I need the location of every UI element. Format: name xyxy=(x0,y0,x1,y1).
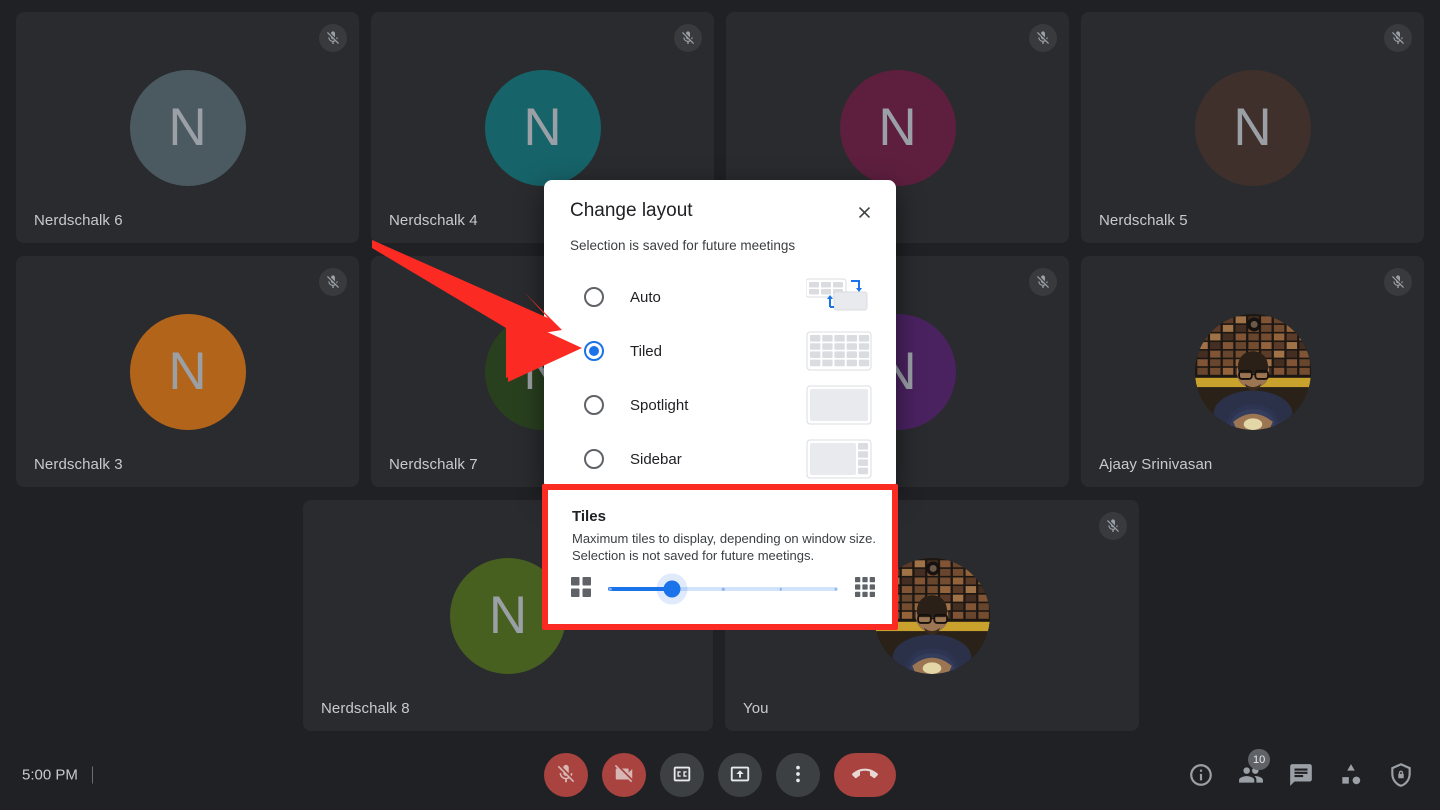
layout-option-label: Auto xyxy=(630,288,661,306)
layout-option-sidebar[interactable]: Sidebar xyxy=(544,432,896,486)
chat-button[interactable] xyxy=(1288,762,1314,788)
chat-icon xyxy=(1288,764,1314,792)
layout-preview-sidebar-icon xyxy=(806,439,872,479)
slider-tick xyxy=(779,587,782,591)
tile-content: N xyxy=(1081,12,1424,243)
tiles-section-highlight: Tiles Maximum tiles to display, dependin… xyxy=(542,484,898,630)
mic-off-icon xyxy=(1029,268,1057,296)
layout-option-auto[interactable]: Auto xyxy=(544,270,896,324)
avatar xyxy=(1194,313,1311,430)
camera-off-button[interactable] xyxy=(602,753,646,797)
mic-off-icon xyxy=(1384,268,1412,296)
avatar: N xyxy=(129,313,246,430)
participant-name: Nerdschalk 3 xyxy=(34,456,123,473)
change-layout-dialog: Change layout Selection is saved for fut… xyxy=(544,180,896,490)
grid-2x2-icon xyxy=(570,576,592,603)
avatar: N xyxy=(129,69,246,186)
participant-tile[interactable]: N Nerdschalk 3 xyxy=(16,256,359,487)
participant-name: You xyxy=(743,700,769,717)
mic-off-icon xyxy=(1384,24,1412,52)
cc-icon xyxy=(671,763,693,788)
mic-off-icon xyxy=(319,24,347,52)
layout-option-label: Spotlight xyxy=(630,396,689,414)
more-vert-icon xyxy=(787,763,809,788)
tiles-heading: Tiles xyxy=(572,508,606,525)
avatar: N xyxy=(839,69,956,186)
participant-name: Ajaay Srinivasan xyxy=(1099,456,1213,473)
tile-content: N xyxy=(16,12,359,243)
host-controls-button[interactable] xyxy=(1388,762,1414,788)
tiles-slider[interactable] xyxy=(608,572,838,606)
leave-call-button[interactable] xyxy=(834,753,896,797)
avatar: N xyxy=(484,69,601,186)
camera-off-icon xyxy=(613,763,635,788)
slider-track-fill xyxy=(608,587,673,591)
layout-option-label: Sidebar xyxy=(630,450,682,468)
avatar: N xyxy=(1194,69,1311,186)
meet-window: N Nerdschalk 6 N Nerdschalk 4 N N Nerdschalk 5… xyxy=(0,0,1440,810)
tiles-slider-row xyxy=(570,572,876,606)
layout-option-spotlight[interactable]: Spotlight xyxy=(544,378,896,432)
participant-tile[interactable]: N Nerdschalk 5 xyxy=(1081,12,1424,243)
meeting-clock: 5:00 PM xyxy=(22,766,93,784)
participant-name: Nerdschalk 4 xyxy=(389,212,478,229)
captions-button[interactable] xyxy=(660,753,704,797)
more-options-button[interactable] xyxy=(776,753,820,797)
slider-tick xyxy=(721,587,725,591)
mic-off-icon xyxy=(319,268,347,296)
tile-content: N xyxy=(16,256,359,487)
present-icon xyxy=(729,763,751,788)
tile-content xyxy=(1081,256,1424,487)
panel-controls: 10 xyxy=(1188,749,1414,788)
layout-options: Auto Tiled Spotlight Sidebar xyxy=(544,270,896,486)
participant-name: Nerdschalk 6 xyxy=(34,212,123,229)
close-icon[interactable] xyxy=(850,198,878,226)
slider-tick xyxy=(609,587,612,591)
layout-option-label: Tiled xyxy=(630,342,662,360)
radio-button[interactable] xyxy=(584,341,604,361)
participant-name: Nerdschalk 5 xyxy=(1099,212,1188,229)
people-button[interactable]: 10 xyxy=(1238,749,1271,788)
participant-name: Nerdschalk 8 xyxy=(321,700,410,717)
tiles-description: Maximum tiles to display, depending on w… xyxy=(572,531,876,563)
slider-tick xyxy=(834,587,837,591)
layout-preview-auto-icon xyxy=(806,277,872,317)
dialog-title: Change layout xyxy=(570,200,693,221)
microphone-off-button[interactable] xyxy=(544,753,588,797)
grid-3x3-icon xyxy=(854,576,876,603)
participant-name: Nerdschalk 7 xyxy=(389,456,478,473)
participant-tile[interactable]: N Nerdschalk 6 xyxy=(16,12,359,243)
clock-separator xyxy=(91,766,93,784)
shield-lock-icon xyxy=(1388,763,1414,792)
bottom-toolbar: 5:00 PM 10 xyxy=(0,740,1440,810)
layout-preview-tiled-icon xyxy=(806,331,872,371)
radio-button[interactable] xyxy=(584,395,604,415)
call-controls xyxy=(544,753,896,797)
activities-icon xyxy=(1338,764,1364,792)
meeting-details-button[interactable] xyxy=(1188,762,1214,788)
slider-thumb[interactable] xyxy=(663,580,681,598)
layout-preview-spotlight-icon xyxy=(806,385,872,425)
participant-count-badge: 10 xyxy=(1248,749,1271,770)
call-end-icon xyxy=(852,761,878,790)
layout-option-tiled[interactable]: Tiled xyxy=(544,324,896,378)
dialog-subtitle: Selection is saved for future meetings xyxy=(570,238,796,253)
mic-off-icon xyxy=(555,763,577,788)
radio-button[interactable] xyxy=(584,449,604,469)
clock-time: 5:00 PM xyxy=(22,766,78,784)
radio-button[interactable] xyxy=(584,287,604,307)
mic-off-icon xyxy=(1029,24,1057,52)
mic-off-icon xyxy=(674,24,702,52)
info-icon xyxy=(1188,764,1214,792)
mic-off-icon xyxy=(1099,512,1127,540)
present-button[interactable] xyxy=(718,753,762,797)
people-icon xyxy=(1238,767,1264,792)
activities-button[interactable] xyxy=(1338,762,1364,788)
participant-tile[interactable]: Ajaay Srinivasan xyxy=(1081,256,1424,487)
